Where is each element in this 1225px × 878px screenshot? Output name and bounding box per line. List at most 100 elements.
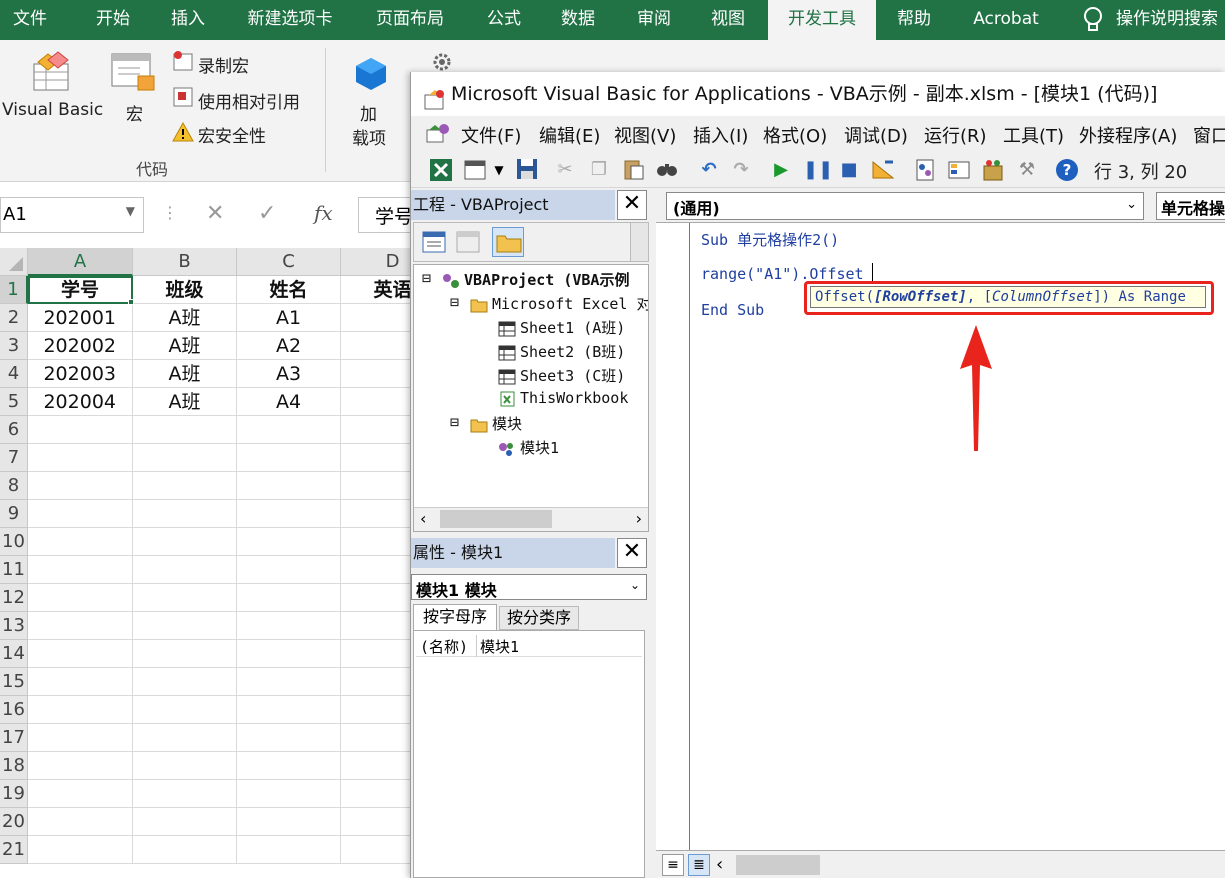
code-scroll-thumb[interactable] — [736, 855, 820, 875]
table-cell[interactable] — [133, 724, 237, 752]
tab-developer[interactable]: 开发工具 — [768, 0, 876, 40]
find-icon[interactable] — [655, 158, 679, 182]
column-header-c[interactable]: C — [237, 248, 341, 276]
row-header-10[interactable]: 10 — [0, 528, 28, 556]
enter-icon[interactable]: ✓ — [258, 201, 276, 226]
row-header-15[interactable]: 15 — [0, 668, 28, 696]
tree-horizontal-scrollbar[interactable]: ‹ › — [414, 507, 648, 531]
table-cell[interactable]: A班 — [133, 360, 237, 388]
vba-menu-view[interactable]: 视图(V) — [614, 122, 676, 148]
tab-data[interactable]: 数据 — [546, 0, 610, 40]
view-code-icon[interactable] — [422, 231, 446, 257]
tab-page-layout[interactable]: 页面布局 — [360, 0, 460, 40]
table-cell[interactable] — [237, 528, 341, 556]
insert-function-icon[interactable]: fx — [314, 201, 333, 225]
table-cell[interactable] — [28, 556, 133, 584]
undo-icon[interactable]: ↶ — [697, 158, 721, 182]
table-cell[interactable] — [28, 416, 133, 444]
cancel-icon[interactable]: ✕ — [206, 201, 224, 226]
row-header-20[interactable]: 20 — [0, 808, 28, 836]
full-module-view-icon[interactable]: ≣ — [688, 854, 710, 876]
tab-acrobat[interactable]: Acrobat — [958, 0, 1054, 40]
table-cell[interactable] — [237, 416, 341, 444]
help-icon[interactable]: ? — [1055, 158, 1079, 182]
properties-object-select[interactable]: 模块1 模块 ⌄ — [411, 574, 647, 600]
row-header-8[interactable]: 8 — [0, 472, 28, 500]
vba-menu-window[interactable]: 窗口 — [1193, 122, 1225, 148]
row-header-13[interactable]: 13 — [0, 612, 28, 640]
view-object-icon[interactable] — [456, 231, 480, 257]
tree-item-sheet3[interactable]: Sheet3 (C班) — [498, 365, 625, 386]
project-explorer-icon[interactable] — [913, 158, 937, 182]
project-tree[interactable]: ⊟ VBAProject (VBA示例 ⊟ Microsoft Excel 对 … — [413, 264, 649, 532]
header-cell[interactable]: 班级 — [133, 276, 237, 304]
tab-alphabetic[interactable]: 按字母序 — [413, 604, 497, 630]
table-cell[interactable] — [133, 612, 237, 640]
run-icon[interactable]: ▶ — [769, 158, 793, 182]
macro-security-button[interactable]: 宏安全性 — [198, 122, 266, 147]
tree-item-thisworkbook[interactable]: ThisWorkbook — [498, 389, 628, 407]
vba-menu-format[interactable]: 格式(O) — [763, 122, 827, 148]
close-properties-button[interactable]: ✕ — [617, 538, 647, 568]
table-cell[interactable] — [133, 556, 237, 584]
table-cell[interactable]: A班 — [133, 388, 237, 416]
toolbox-icon[interactable]: ⚒ — [1015, 158, 1039, 182]
toggle-folders-icon[interactable] — [492, 227, 524, 257]
table-cell[interactable] — [237, 752, 341, 780]
vba-menu-tools[interactable]: 工具(T) — [1003, 122, 1064, 148]
table-cell[interactable] — [28, 808, 133, 836]
row-header-12[interactable]: 12 — [0, 584, 28, 612]
table-cell[interactable] — [133, 808, 237, 836]
table-cell[interactable] — [133, 416, 237, 444]
table-cell[interactable] — [237, 444, 341, 472]
row-header-3[interactable]: 3 — [0, 332, 28, 360]
table-cell[interactable] — [28, 500, 133, 528]
tab-help[interactable]: 帮助 — [882, 0, 946, 40]
table-cell[interactable] — [28, 724, 133, 752]
row-header-18[interactable]: 18 — [0, 752, 28, 780]
scroll-left-icon[interactable]: ‹ — [420, 509, 426, 528]
tree-item-module1[interactable]: 模块1 — [498, 437, 559, 458]
tell-me-search[interactable]: 操作说明搜索 — [1116, 0, 1225, 40]
row-header-4[interactable]: 4 — [0, 360, 28, 388]
row-header-1[interactable]: 1 — [0, 276, 28, 304]
table-cell[interactable] — [237, 584, 341, 612]
tab-review[interactable]: 审阅 — [622, 0, 686, 40]
table-cell[interactable] — [133, 528, 237, 556]
tab-insert[interactable]: 插入 — [156, 0, 220, 40]
table-cell[interactable]: A3 — [237, 360, 341, 388]
table-cell[interactable] — [28, 444, 133, 472]
chevron-down-icon[interactable]: ▼ — [126, 204, 135, 218]
add-ins-label-1[interactable]: 加 — [360, 100, 377, 125]
tree-item-modules[interactable]: 模块 — [470, 413, 522, 434]
relative-reference-button[interactable]: 使用相对引用 — [198, 88, 300, 113]
vba-menu-addins[interactable]: 外接程序(A) — [1079, 122, 1177, 148]
row-header-7[interactable]: 7 — [0, 444, 28, 472]
object-browser-icon[interactable] — [981, 158, 1005, 182]
formula-input[interactable]: 学号 — [358, 197, 418, 233]
vba-menu-file[interactable]: 文件(F) — [461, 122, 521, 148]
design-mode-icon[interactable] — [871, 158, 895, 182]
table-cell[interactable]: A1 — [237, 304, 341, 332]
table-cell[interactable] — [28, 528, 133, 556]
table-cell[interactable]: 202002 — [28, 332, 133, 360]
name-box[interactable]: A1 ▼ — [0, 197, 144, 233]
add-ins-label-2[interactable]: 载项 — [352, 124, 386, 149]
row-header-6[interactable]: 6 — [0, 416, 28, 444]
property-value[interactable]: 模块1 — [480, 636, 519, 657]
tab-formulas[interactable]: 公式 — [472, 0, 536, 40]
table-cell[interactable] — [133, 836, 237, 864]
table-cell[interactable]: A班 — [133, 332, 237, 360]
table-cell[interactable] — [237, 640, 341, 668]
tab-view[interactable]: 视图 — [696, 0, 760, 40]
table-cell[interactable] — [133, 696, 237, 724]
row-header-2[interactable]: 2 — [0, 304, 28, 332]
table-cell[interactable] — [28, 584, 133, 612]
tab-new-tab[interactable]: 新建选项卡 — [232, 0, 348, 40]
chevron-down-icon[interactable]: ▼ — [487, 158, 511, 182]
tree-item-excel-objects[interactable]: Microsoft Excel 对 — [470, 293, 648, 314]
table-cell[interactable] — [28, 668, 133, 696]
chevron-down-icon[interactable]: ⌄ — [630, 578, 640, 592]
tree-collapse-excel-objects[interactable]: ⊟ — [450, 293, 459, 311]
table-cell[interactable] — [237, 472, 341, 500]
